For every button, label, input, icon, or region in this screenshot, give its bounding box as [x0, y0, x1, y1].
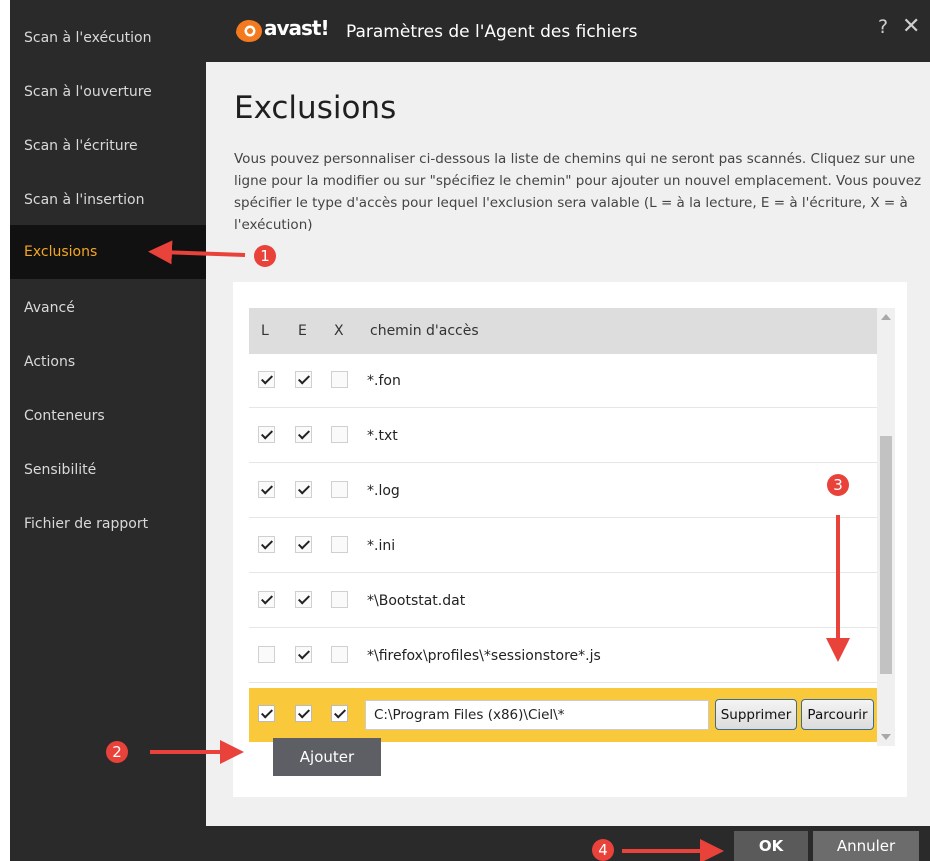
row-path: *.fon [367, 373, 401, 389]
row-path: *.log [367, 483, 400, 499]
delete-button[interactable]: Supprimer [715, 699, 797, 730]
exclusions-panel: L E X chemin d'accès *.fon *.txt *.log *.in… [233, 282, 907, 797]
scroll-thumb[interactable] [880, 436, 892, 674]
table-row[interactable]: *.txt [249, 409, 877, 463]
row-e-checkbox[interactable] [295, 481, 312, 498]
row-x-checkbox[interactable] [331, 536, 348, 553]
table-header: L E X chemin d'accès [249, 308, 877, 354]
row-e-checkbox[interactable] [295, 426, 312, 443]
sidebar-item-actions[interactable]: Actions [10, 335, 206, 389]
row-e-checkbox[interactable] [295, 536, 312, 553]
sidebar-item-scan-insertion[interactable]: Scan à l'insertion [10, 173, 206, 227]
row-e-checkbox[interactable] [295, 371, 312, 388]
sidebar-item-avance[interactable]: Avancé [10, 281, 206, 335]
row-l-checkbox[interactable] [258, 481, 275, 498]
row-e-checkbox[interactable] [295, 591, 312, 608]
page-description: Vous pouvez personnaliser ci-dessous la … [234, 151, 922, 233]
sidebar-item-exclusions[interactable]: Exclusions [10, 225, 206, 279]
table-row[interactable]: *\firefox\profiles\*sessionstore*.js [249, 629, 877, 683]
row-x-checkbox[interactable] [331, 426, 348, 443]
table-row[interactable]: *.log [249, 464, 877, 518]
table-row[interactable]: *.ini [249, 519, 877, 573]
header-path: chemin d'accès [370, 323, 479, 339]
sidebar-item-scan-ecriture[interactable]: Scan à l'écriture [10, 119, 206, 173]
row-x-checkbox[interactable] [331, 371, 348, 388]
header-l: L [261, 323, 269, 339]
app-window: Scan à l'exécution Scan à l'ouverture Sc… [10, 0, 930, 861]
table-scrollbar[interactable] [877, 308, 895, 746]
window-title: Paramètres de l'Agent des fichiers [346, 22, 638, 42]
cancel-button[interactable]: Annuler [813, 831, 919, 861]
row-l-checkbox[interactable] [258, 646, 275, 663]
main-content: Exclusions Vous pouvez personnaliser ci-… [206, 62, 930, 826]
edit-row[interactable]: Supprimer Parcourir [249, 688, 877, 742]
row-path: *\firefox\profiles\*sessionstore*.js [367, 648, 601, 664]
title-bar: avast! Paramètres de l'Agent des fichier… [206, 0, 930, 62]
row-l-checkbox[interactable] [258, 371, 275, 388]
table-row[interactable]: *\Bootstat.dat [249, 574, 877, 628]
row-l-checkbox[interactable] [258, 536, 275, 553]
row-path: *\Bootstat.dat [367, 593, 466, 609]
header-e: E [298, 323, 307, 339]
edit-row-e-checkbox[interactable] [295, 705, 312, 722]
table-row[interactable]: *.fon [249, 354, 877, 408]
path-input[interactable] [365, 700, 709, 730]
close-icon[interactable]: ✕ [902, 14, 920, 39]
row-x-checkbox[interactable] [331, 646, 348, 663]
ok-button[interactable]: OK [734, 831, 808, 861]
avast-logo-icon [236, 20, 262, 42]
header-x: X [334, 323, 344, 339]
row-x-checkbox[interactable] [331, 591, 348, 608]
sidebar-item-scan-execution[interactable]: Scan à l'exécution [10, 11, 206, 65]
help-icon[interactable]: ? [878, 16, 888, 38]
edit-row-l-checkbox[interactable] [258, 705, 275, 722]
row-e-checkbox[interactable] [295, 646, 312, 663]
scroll-down-icon[interactable] [881, 734, 891, 740]
sidebar: Scan à l'exécution Scan à l'ouverture Sc… [10, 0, 206, 861]
row-path: *.ini [367, 538, 396, 554]
browse-button[interactable]: Parcourir [801, 699, 874, 730]
sidebar-item-conteneurs[interactable]: Conteneurs [10, 389, 206, 443]
exclusions-table: L E X chemin d'accès *.fon *.txt *.log *.in… [249, 308, 877, 746]
sidebar-item-fichier-rapport[interactable]: Fichier de rapport [10, 497, 206, 551]
footer-bar: OK Annuler [206, 826, 930, 861]
row-l-checkbox[interactable] [258, 426, 275, 443]
row-x-checkbox[interactable] [331, 481, 348, 498]
brand-name: avast! [264, 16, 330, 40]
row-l-checkbox[interactable] [258, 591, 275, 608]
sidebar-item-scan-ouverture[interactable]: Scan à l'ouverture [10, 65, 206, 119]
page-title: Exclusions [234, 90, 397, 126]
scroll-up-icon[interactable] [881, 314, 891, 320]
sidebar-item-sensibilite[interactable]: Sensibilité [10, 443, 206, 497]
row-path: *.txt [367, 428, 398, 444]
add-button[interactable]: Ajouter [273, 738, 381, 776]
edit-row-x-checkbox[interactable] [331, 705, 348, 722]
